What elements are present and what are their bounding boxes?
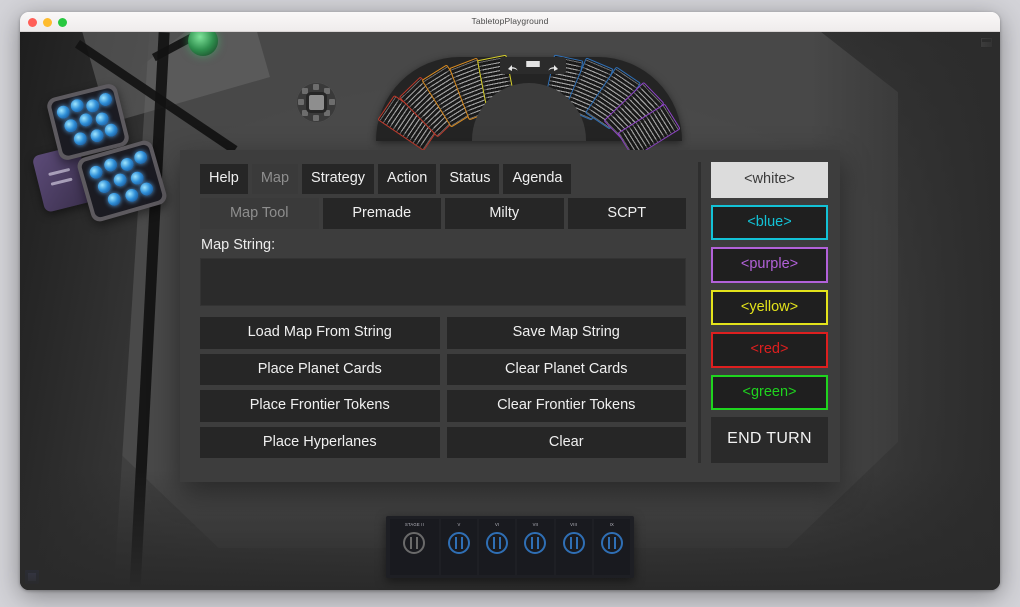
objective-token[interactable]: [486, 532, 509, 554]
redo-icon[interactable]: [547, 60, 560, 71]
tab-action[interactable]: Action: [378, 164, 437, 194]
load-map-from-string-button[interactable]: Load Map From String: [200, 317, 440, 349]
dial-nub: [298, 99, 304, 105]
window-title: TabletopPlayground: [471, 16, 549, 26]
clear-frontier-tokens-button[interactable]: Clear Frontier Tokens: [446, 390, 686, 422]
objective-token[interactable]: [562, 532, 585, 554]
ti4-control-panel: Help Map Strategy Action Status Agenda M…: [180, 150, 840, 482]
player-button-yellow[interactable]: <yellow>: [711, 289, 828, 325]
objective-token[interactable]: [600, 532, 623, 554]
panel-left-column: Help Map Strategy Action Status Agenda M…: [200, 164, 686, 458]
player-seat-column: <white> <blue> <purple> <yellow> <red> <…: [698, 162, 828, 463]
end-turn-button[interactable]: END TURN: [711, 417, 828, 463]
objective-token[interactable]: [448, 532, 470, 554]
objective-strip[interactable]: STAGE II V VI VII VIII IX: [386, 516, 634, 578]
objective-slot-vii[interactable]: VII: [517, 519, 554, 575]
clear-button[interactable]: Clear: [446, 426, 686, 458]
dial-nub: [302, 110, 308, 116]
tab-agenda[interactable]: Agenda: [503, 164, 572, 194]
tab-row-secondary: Map Tool Premade Milty SCPT: [200, 197, 686, 229]
dial-nub: [324, 110, 330, 116]
command-token[interactable]: [112, 171, 129, 189]
objective-slot-label: VI: [495, 522, 500, 527]
dial-nub: [329, 99, 335, 105]
command-token[interactable]: [102, 156, 119, 174]
command-token[interactable]: [88, 164, 105, 181]
tab-status[interactable]: Status: [440, 164, 500, 194]
tab-help[interactable]: Help: [200, 164, 248, 194]
command-token[interactable]: [96, 178, 113, 195]
command-token[interactable]: [69, 97, 86, 114]
dial-nub: [313, 84, 319, 90]
clear-planet-cards-button[interactable]: Clear Planet Cards: [446, 353, 686, 385]
tab-milty[interactable]: Milty: [445, 197, 564, 229]
hamburger-menu-icon[interactable]: [526, 60, 540, 71]
dial-center: [309, 95, 324, 110]
objective-slot-label: STAGE II: [404, 522, 424, 527]
undo-icon[interactable]: [506, 60, 519, 71]
map-string-label: Map String:: [201, 237, 276, 253]
command-token[interactable]: [138, 180, 155, 198]
dial-nub: [313, 115, 319, 121]
command-token[interactable]: [63, 117, 79, 134]
objective-token[interactable]: [524, 532, 547, 554]
command-token[interactable]: [132, 149, 149, 166]
player-button-red[interactable]: <red>: [711, 332, 828, 368]
tab-map-tool: Map Tool: [200, 197, 319, 229]
player-button-blue[interactable]: <blue>: [711, 204, 828, 240]
objective-slot-label: IX: [609, 522, 615, 527]
tab-scpt[interactable]: SCPT: [567, 197, 686, 229]
objective-slot-label: V: [457, 522, 461, 527]
player-button-purple[interactable]: <purple>: [711, 247, 828, 283]
objective-token[interactable]: [403, 532, 426, 554]
place-frontier-tokens-button[interactable]: Place Frontier Tokens: [200, 390, 440, 422]
command-token[interactable]: [97, 91, 114, 108]
action-button-grid: Load Map From String Save Map String Pla…: [200, 317, 686, 458]
objective-slot-label: VII: [532, 522, 539, 527]
place-hyperlanes-button[interactable]: Place Hyperlanes: [200, 426, 440, 458]
objective-slot-label: VIII: [570, 522, 578, 527]
dial-nub: [302, 88, 308, 94]
viewport-toolbar[interactable]: [500, 57, 566, 74]
map-string-input[interactable]: [200, 258, 686, 306]
objective-slot-v[interactable]: V: [440, 519, 478, 575]
tab-row-primary: Help Map Strategy Action Status Agenda: [200, 164, 686, 194]
application-window: TabletopPlayground Help Map Strategy Act…: [20, 12, 1000, 590]
command-token[interactable]: [106, 191, 123, 208]
player-button-white[interactable]: <white>: [711, 162, 828, 198]
objective-slot-ix[interactable]: IX: [593, 519, 630, 575]
window-titlebar[interactable]: TabletopPlayground: [20, 12, 1000, 32]
tab-map: Map: [251, 164, 299, 194]
command-token[interactable]: [123, 187, 140, 204]
command-token[interactable]: [89, 127, 105, 144]
tray-inner: [50, 87, 126, 157]
screen-root: TabletopPlayground Help Map Strategy Act…: [0, 0, 1020, 607]
command-token[interactable]: [103, 122, 120, 139]
place-planet-cards-button[interactable]: Place Planet Cards: [200, 353, 440, 385]
command-token[interactable]: [119, 156, 136, 173]
tab-premade[interactable]: Premade: [322, 197, 441, 229]
objective-slot-stage-ii[interactable]: STAGE II: [390, 519, 439, 575]
command-token[interactable]: [72, 130, 89, 147]
command-token[interactable]: [78, 112, 94, 128]
player-button-green[interactable]: <green>: [711, 374, 828, 410]
game-dial-token[interactable]: [296, 82, 337, 123]
objective-slot-vi[interactable]: VI: [479, 519, 516, 575]
command-token[interactable]: [55, 104, 72, 121]
objective-slot-viii[interactable]: VIII: [555, 519, 592, 575]
dial-nub: [324, 88, 330, 94]
save-map-string-button[interactable]: Save Map String: [446, 317, 686, 349]
game-viewport[interactable]: Help Map Strategy Action Status Agenda M…: [20, 32, 1000, 590]
tab-strategy[interactable]: Strategy: [302, 164, 375, 194]
